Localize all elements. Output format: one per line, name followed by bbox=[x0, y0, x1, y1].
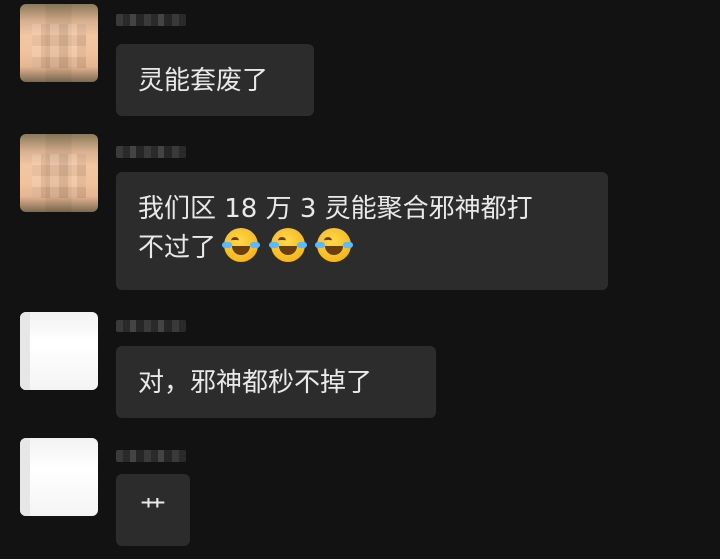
message-text: 灵能套废了 bbox=[138, 66, 269, 96]
message-text: 艹 bbox=[139, 496, 166, 526]
avatar[interactable] bbox=[20, 4, 98, 82]
chat-view: 灵能套废了 我们区 18 万 3 灵能聚合邪神都打 不过了 对，邪神都秒不掉了 bbox=[0, 0, 720, 559]
crying-laughing-emoji bbox=[268, 228, 307, 262]
message-text: 对，邪神都秒不掉了 bbox=[138, 368, 373, 398]
message-bubble[interactable]: 艹 bbox=[116, 474, 190, 546]
sender-name bbox=[116, 14, 186, 26]
avatar[interactable] bbox=[20, 312, 98, 390]
sender-name bbox=[116, 320, 186, 332]
avatar[interactable] bbox=[20, 438, 98, 516]
message-text-line-1: 我们区 18 万 3 灵能聚合邪神都打 bbox=[138, 194, 533, 224]
avatar[interactable] bbox=[20, 134, 98, 212]
message-bubble[interactable]: 对，邪神都秒不掉了 bbox=[116, 346, 436, 418]
crying-laughing-emoji bbox=[222, 228, 261, 262]
crying-laughing-emoji bbox=[314, 228, 353, 262]
sender-name bbox=[116, 146, 186, 158]
message-bubble[interactable]: 我们区 18 万 3 灵能聚合邪神都打 不过了 bbox=[116, 172, 608, 290]
message-bubble[interactable]: 灵能套废了 bbox=[116, 44, 314, 116]
sender-name bbox=[116, 450, 186, 462]
message-text-line-2: 不过了 bbox=[138, 233, 217, 263]
emoji-group bbox=[222, 228, 355, 267]
